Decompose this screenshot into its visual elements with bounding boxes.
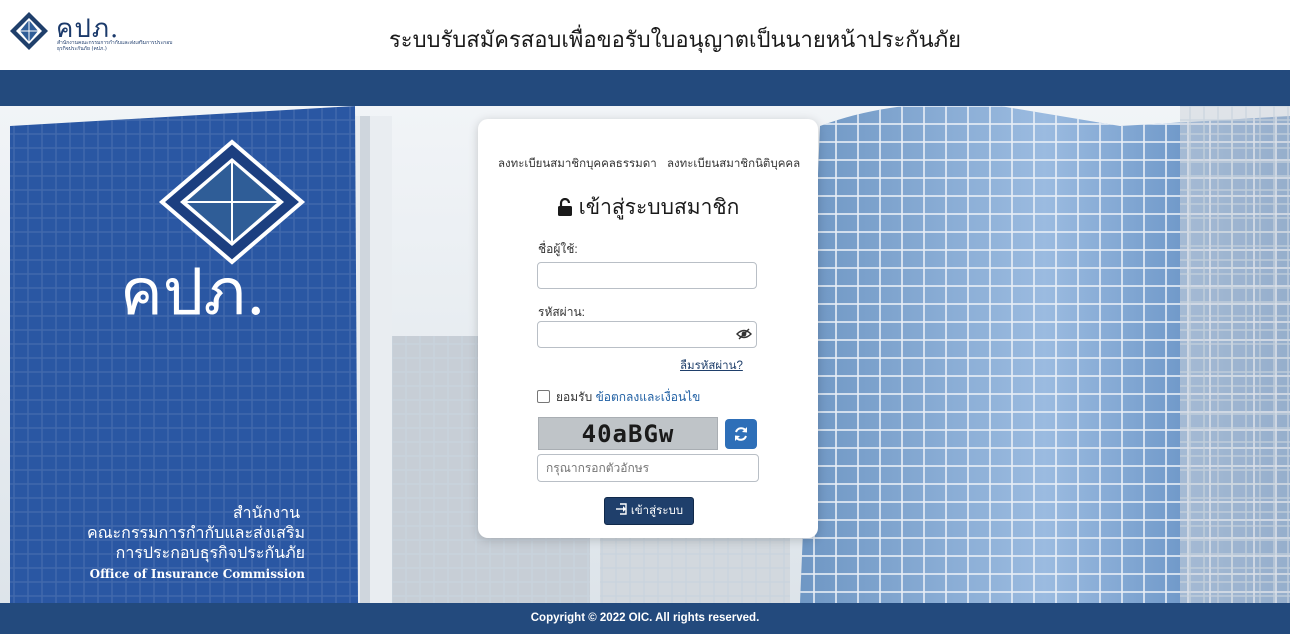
login-title-row: เข้าสู่ระบบสมาชิก: [478, 191, 818, 224]
sign-in-icon: [615, 503, 627, 515]
eye-slash-icon[interactable]: [736, 327, 752, 341]
login-title: เข้าสู่ระบบสมาชิก: [578, 196, 740, 219]
sign-logo-text: คปภ.: [120, 256, 266, 330]
password-label: รหัสผ่าน:: [538, 305, 585, 319]
username-label: ชื่อผู้ใช้:: [538, 242, 578, 256]
captcha-input[interactable]: [537, 454, 759, 482]
captcha-image: 40aBGw: [538, 417, 718, 450]
accept-label: ยอมรับ: [556, 390, 593, 404]
login-button-label: เข้าสู่ระบบ: [630, 505, 684, 517]
refresh-icon: [735, 427, 747, 441]
sign-line-2: คณะกรรมการกำกับและส่งเสริม: [87, 523, 305, 542]
footer: Copyright © 2022 OIC. All rights reserve…: [0, 603, 1290, 634]
accept-terms-checkbox[interactable]: [537, 390, 550, 403]
unlock-icon: [557, 198, 572, 216]
login-button[interactable]: เข้าสู่ระบบ: [604, 497, 694, 525]
sign-line-4: Office of Insurance Commission: [90, 567, 306, 581]
terms-link[interactable]: ข้อตกลงและเงื่อนไข: [596, 390, 701, 404]
terms-row: ยอมรับ ข้อตกลงและเงื่อนไข: [537, 388, 700, 407]
copyright-text: Copyright © 2022 OIC. All rights reserve…: [530, 612, 760, 624]
nav-band: [0, 70, 1290, 106]
register-individual-link[interactable]: ลงทะเบียนสมาชิกบุคคลธรรมดา: [498, 155, 657, 173]
username-input[interactable]: [537, 262, 757, 289]
forgot-password-link[interactable]: ลืมรหัสผ่าน?: [680, 357, 743, 375]
sign-line-3: การประกอบธุรกิจประกันภัย: [116, 543, 305, 563]
header-bar: คปภ. สำนักงานคณะกรรมการกำกับและส่งเสริมก…: [0, 0, 1290, 71]
page-title: ระบบรับสมัครสอบเพื่อขอรับใบอนุญาตเป็นนาย…: [388, 27, 962, 52]
refresh-captcha-button[interactable]: [725, 419, 757, 449]
password-input[interactable]: [537, 321, 757, 348]
register-juristic-link[interactable]: ลงทะเบียนสมาชิกนิติบุคคล: [667, 155, 800, 173]
sign-line-1: สำนักงาน: [233, 503, 300, 522]
